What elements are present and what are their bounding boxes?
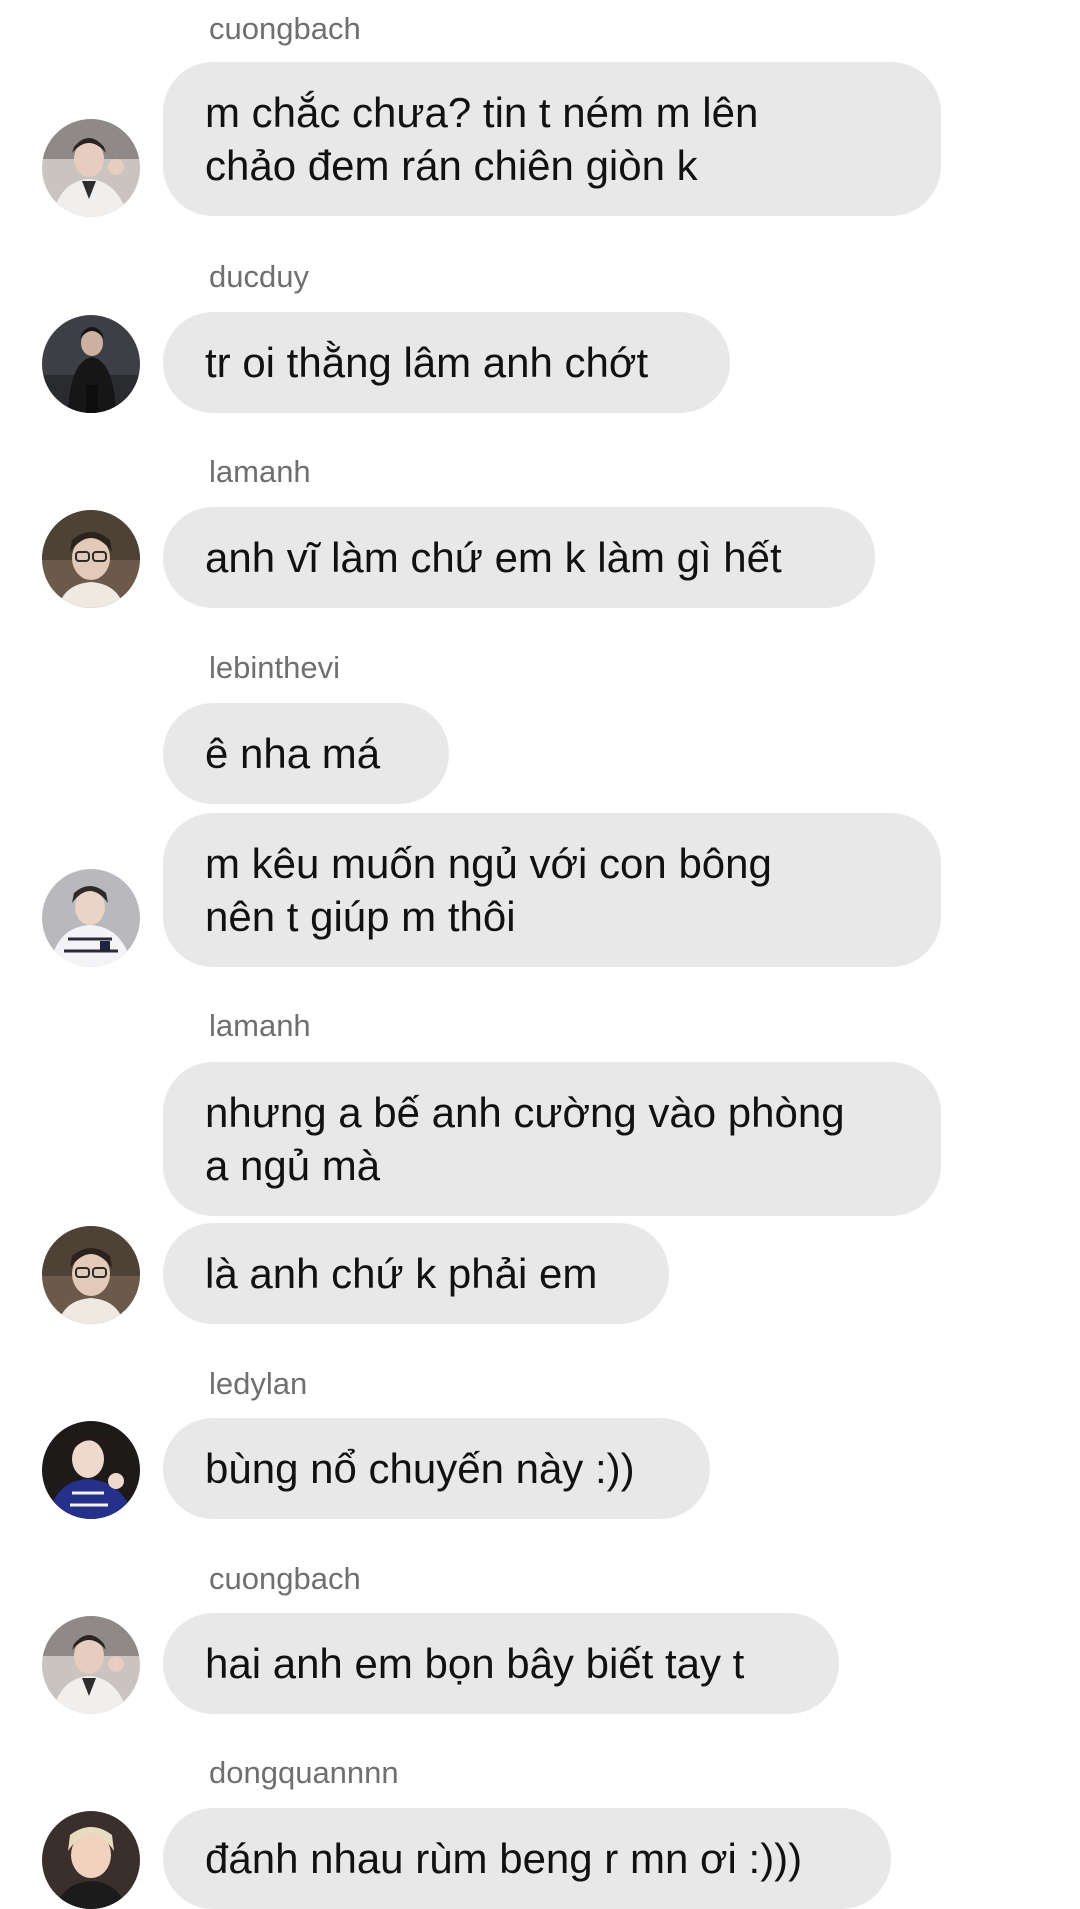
message-bubble[interactable]: anh vĩ làm chứ em k làm gì hết [163, 507, 875, 608]
avatar-photo-icon [42, 1421, 140, 1519]
user-avatar[interactable] [42, 510, 140, 608]
user-avatar[interactable] [42, 1421, 140, 1519]
sender-name: lamanh [209, 1008, 311, 1043]
sender-name: ledylan [209, 1366, 308, 1401]
message-text: hai anh em bọn bây biết tay t [205, 1640, 745, 1687]
message-text: là anh chứ k phải em [205, 1250, 598, 1297]
sender-name: dongquannnn [209, 1755, 399, 1790]
message-bubble[interactable]: bùng nổ chuyến này :)) [163, 1418, 710, 1519]
message-bubble[interactable]: hai anh em bọn bây biết tay t [163, 1613, 839, 1714]
message-text: m kêu muốn ngủ với con bông nên t giúp m… [205, 840, 772, 940]
chat-thread[interactable]: cuongbach m chắc chưa? tin t ném m lên c… [0, 0, 1080, 1909]
message-bubble[interactable]: đánh nhau rùm beng r mn ơi :))) [163, 1808, 891, 1909]
avatar-photo-icon [42, 510, 140, 608]
message-text: đánh nhau rùm beng r mn ơi :))) [205, 1835, 803, 1882]
message-bubble[interactable]: m kêu muốn ngủ với con bông nên t giúp m… [163, 813, 941, 967]
avatar-photo-icon [42, 1226, 140, 1324]
sender-name: cuongbach [209, 11, 361, 46]
message-bubble[interactable]: m chắc chưa? tin t ném m lên chảo đem rá… [163, 62, 941, 216]
message-text: ê nha má [205, 730, 381, 777]
user-avatar[interactable] [42, 1226, 140, 1324]
sender-name: lamanh [209, 454, 311, 489]
avatar-photo-icon [42, 1811, 140, 1909]
user-avatar[interactable] [42, 315, 140, 413]
message-bubble[interactable]: nhưng a bế anh cường vào phòng a ngủ mà [163, 1062, 941, 1216]
message-text: anh vĩ làm chứ em k làm gì hết [205, 534, 782, 581]
message-bubble[interactable]: ê nha má [163, 703, 449, 804]
avatar-photo-icon [42, 315, 140, 413]
message-text: m chắc chưa? tin t ném m lên chảo đem rá… [205, 89, 759, 189]
sender-name: ducduy [209, 259, 309, 294]
user-avatar[interactable] [42, 1616, 140, 1714]
avatar-photo-icon [42, 869, 140, 967]
message-text: bùng nổ chuyến này :)) [205, 1445, 635, 1492]
message-text: tr oi thằng lâm anh chớt [205, 339, 649, 386]
sender-name: lebinthevi [209, 650, 340, 685]
sender-name: cuongbach [209, 1561, 361, 1596]
avatar-photo-icon [42, 119, 140, 217]
user-avatar[interactable] [42, 869, 140, 967]
user-avatar[interactable] [42, 1811, 140, 1909]
message-text: nhưng a bế anh cường vào phòng a ngủ mà [205, 1089, 845, 1189]
message-bubble[interactable]: tr oi thằng lâm anh chớt [163, 312, 730, 413]
user-avatar[interactable] [42, 119, 140, 217]
message-bubble[interactable]: là anh chứ k phải em [163, 1223, 669, 1324]
avatar-photo-icon [42, 1616, 140, 1714]
